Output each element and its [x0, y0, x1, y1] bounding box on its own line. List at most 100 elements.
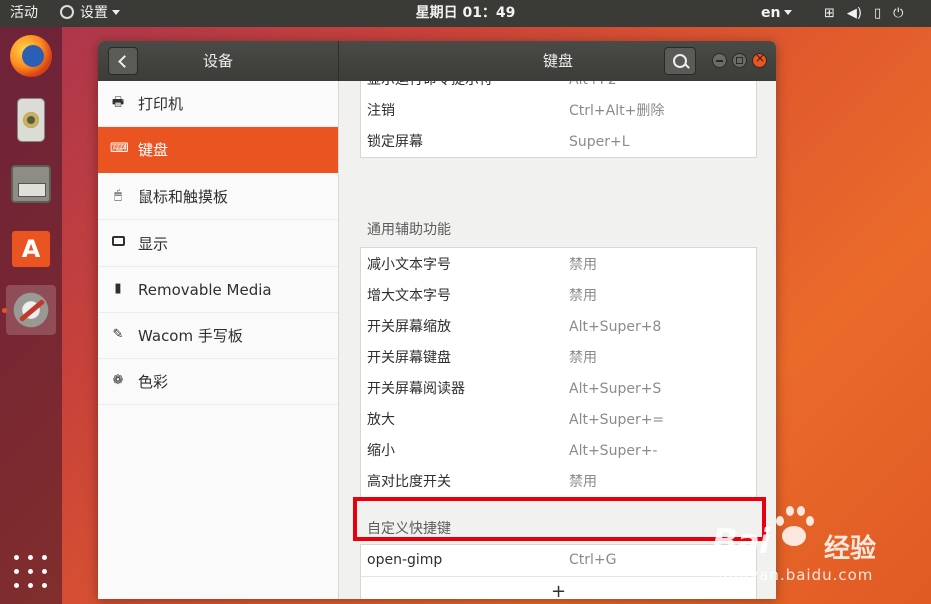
sidebar-item-label: 键盘	[138, 141, 169, 159]
show-applications-button[interactable]	[14, 555, 48, 589]
sidebar-item-label: 显示	[138, 235, 169, 253]
shortcut-name: 开关屏幕键盘	[367, 350, 451, 366]
system-tray[interactable]: ⊞ ◀) ▯ ⏻	[824, 0, 915, 27]
shortcut-row[interactable]: 开关屏幕阅读器 Alt+Super+S	[361, 374, 756, 405]
watermark-brand: Bai	[712, 522, 771, 562]
dock: A	[0, 27, 62, 604]
paw-icon	[774, 506, 814, 550]
network-icon[interactable]: ⊞	[824, 0, 835, 27]
shortcut-accel: Alt+Super+=	[569, 412, 665, 428]
software-store-icon: A	[12, 231, 50, 267]
sidebar-item-label: 打印机	[138, 95, 184, 113]
sidebar-item-printers[interactable]: 🖶 打印机	[98, 81, 338, 127]
shortcut-row[interactable]: 减小文本字号 禁用	[361, 250, 756, 281]
baidu-watermark: Bai 经验 jingyan.baidu.com	[712, 500, 912, 590]
sidebar-item-removable-media[interactable]: ▮ Removable Media	[98, 267, 338, 313]
battery-icon[interactable]: ▯	[874, 0, 881, 27]
shortcut-accel: Alt+Super+8	[569, 319, 662, 335]
shortcut-name: 缩小	[367, 443, 395, 459]
tablet-icon: ✎	[112, 327, 124, 342]
section-title-accessibility: 通用辅助功能	[367, 222, 451, 238]
shortcut-name: 高对比度开关	[367, 474, 451, 490]
shortcut-accel: Ctrl+G	[569, 552, 617, 568]
shortcut-name: 放大	[367, 412, 395, 428]
settings-launcher[interactable]	[6, 285, 56, 335]
settings-wrench-icon	[11, 290, 51, 330]
file-cabinet-icon	[11, 165, 51, 203]
printer-icon: 🖶	[111, 95, 125, 110]
running-indicator	[2, 308, 7, 313]
shortcut-row[interactable]: 显示运行命令提示符 Alt+F2	[361, 81, 756, 96]
firefox-launcher[interactable]	[6, 31, 56, 81]
back-button[interactable]	[108, 47, 138, 75]
highlight-box	[353, 497, 766, 541]
shortcut-accel: Alt+Super+S	[569, 381, 662, 397]
shortcut-accel: 禁用	[569, 474, 597, 490]
sidebar: 🖶 打印机 ⌨ 键盘 🖱 鼠标和触摸板 显示 ▮ Removable Media…	[98, 81, 339, 599]
row-divider	[361, 576, 756, 577]
shortcut-name: 开关屏幕缩放	[367, 319, 451, 335]
sidebar-item-color[interactable]: ❁ 色彩	[98, 359, 338, 405]
top-bar: 活动 设置 星期日 01：49 en ⊞ ◀) ▯ ⏻	[0, 0, 931, 27]
shortcut-name: 减小文本字号	[367, 257, 451, 273]
sidebar-item-label: 鼠标和触摸板	[138, 188, 229, 206]
shortcut-accel: 禁用	[569, 257, 597, 273]
shortcut-row[interactable]: 高对比度开关 禁用	[361, 467, 756, 498]
sidebar-item-label: Removable Media	[138, 281, 272, 299]
firefox-icon	[10, 35, 52, 77]
speaker-icon	[17, 98, 45, 142]
custom-shortcuts-list: open-gimp Ctrl+G +	[360, 544, 757, 599]
usb-icon: ▮	[114, 281, 122, 296]
language-label: en	[761, 5, 781, 21]
shortcut-row[interactable]: open-gimp Ctrl+G	[361, 545, 756, 576]
sidebar-item-label: 色彩	[138, 373, 169, 391]
watermark-suffix: 经验	[824, 534, 877, 564]
mouse-icon: 🖱	[114, 188, 122, 203]
shortcut-row[interactable]: 缩小 Alt+Super+-	[361, 436, 756, 467]
sidebar-item-display[interactable]: 显示	[98, 221, 338, 267]
shortcut-accel: Alt+F2	[569, 81, 617, 96]
chevron-down-icon	[784, 10, 793, 15]
keyboard-icon: ⌨	[110, 141, 129, 156]
sidebar-item-keyboard[interactable]: ⌨ 键盘	[98, 127, 338, 173]
rhythmbox-launcher[interactable]	[6, 95, 56, 145]
shortcut-row[interactable]: 锁定屏幕 Super+L	[361, 127, 756, 158]
shortcut-name: 显示运行命令提示符	[367, 81, 493, 96]
accessibility-shortcuts-list: 减小文本字号 禁用 增大文本字号 禁用 开关屏幕缩放 Alt+Super+8 开关屏幕…	[360, 247, 757, 499]
search-button[interactable]	[664, 47, 696, 75]
sidebar-item-wacom[interactable]: ✎ Wacom 手写板	[98, 313, 338, 359]
color-icon: ❁	[112, 373, 124, 388]
shortcut-row[interactable]: 放大 Alt+Super+=	[361, 405, 756, 436]
shortcut-row[interactable]: 增大文本字号 禁用	[361, 281, 756, 312]
files-launcher[interactable]	[6, 159, 56, 209]
language-menu[interactable]: en	[761, 0, 793, 27]
shortcut-row[interactable]: 开关屏幕键盘 禁用	[361, 343, 756, 374]
power-icon[interactable]: ⏻	[893, 0, 903, 27]
shortcut-name: 开关屏幕阅读器	[367, 381, 465, 397]
display-icon	[110, 236, 126, 250]
shortcut-accel: 禁用	[569, 288, 597, 304]
shortcut-row[interactable]: 注销 Ctrl+Alt+删除	[361, 96, 756, 127]
shortcut-name: 注销	[367, 103, 395, 119]
sidebar-title: 设备	[202, 52, 233, 70]
shortcut-name: 锁定屏幕	[367, 134, 423, 150]
shortcut-accel: 禁用	[569, 350, 597, 366]
header-bar: 设备 键盘	[98, 41, 776, 82]
system-shortcuts-list: 显示运行命令提示符 Alt+F2 注销 Ctrl+Alt+删除 锁定屏幕 Sup…	[360, 81, 757, 158]
header-divider	[338, 41, 339, 81]
software-launcher[interactable]: A	[6, 223, 56, 273]
shortcut-name: open-gimp	[367, 552, 443, 568]
volume-icon[interactable]: ◀)	[847, 0, 862, 27]
shortcut-accel: Alt+Super+-	[569, 443, 658, 459]
add-shortcut-button[interactable]: +	[551, 581, 566, 599]
sidebar-item-mouse[interactable]: 🖱 鼠标和触摸板	[98, 174, 338, 220]
watermark-url: jingyan.baidu.com	[718, 566, 874, 584]
shortcut-accel: Super+L	[569, 134, 630, 150]
shortcut-accel: Ctrl+Alt+删除	[569, 103, 665, 119]
minimize-button[interactable]	[712, 53, 727, 68]
window-title: 键盘	[542, 52, 573, 70]
sidebar-item-label: Wacom 手写板	[138, 327, 243, 345]
maximize-button[interactable]	[732, 53, 747, 68]
close-button[interactable]	[752, 51, 767, 68]
shortcut-row[interactable]: 开关屏幕缩放 Alt+Super+8	[361, 312, 756, 343]
